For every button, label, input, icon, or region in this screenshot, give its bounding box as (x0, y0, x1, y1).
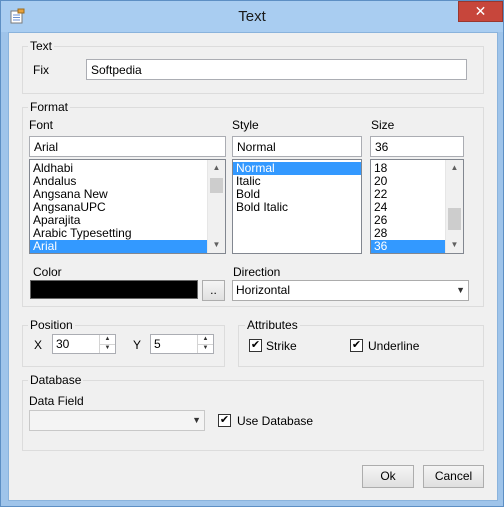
size-input[interactable]: 36 (370, 136, 464, 157)
underline-label: Underline (368, 339, 420, 353)
direction-label: Direction (233, 265, 281, 279)
scroll-up-icon[interactable]: ▲ (208, 160, 225, 176)
cancel-button[interactable]: Cancel (423, 465, 484, 488)
scroll-down-icon[interactable]: ▼ (446, 237, 463, 253)
fix-label: Fix (33, 63, 49, 77)
font-list-scroll-thumb[interactable] (210, 178, 223, 193)
y-spinner[interactable]: 5 ▲ ▼ (150, 334, 214, 354)
attributes-group-label: Attributes (245, 318, 300, 332)
strike-checkbox[interactable]: ✔ (249, 339, 262, 352)
data-field-dropdown[interactable]: ▼ (29, 410, 205, 431)
format-group-label: Format (28, 100, 71, 114)
fix-text-input[interactable]: Softpedia (86, 59, 467, 80)
font-label: Font (29, 118, 54, 132)
direction-dropdown[interactable]: Horizontal ▼ (232, 280, 469, 301)
spin-down-icon[interactable]: ▼ (197, 344, 213, 353)
scroll-down-icon[interactable]: ▼ (208, 237, 225, 253)
position-group-label: Position (28, 318, 75, 332)
size-list-item[interactable]: 36 (371, 240, 445, 253)
scroll-up-icon[interactable]: ▲ (446, 160, 463, 176)
data-field-label: Data Field (29, 394, 84, 408)
x-label: X (34, 338, 43, 352)
x-spinner[interactable]: 30 ▲ ▼ (52, 334, 116, 354)
size-label: Size (371, 118, 395, 132)
size-listbox[interactable]: 18 20 22 24 26 28 36 ▲ ▼ (370, 159, 464, 254)
direction-value: Horizontal (236, 283, 291, 297)
window-title: Text (238, 8, 266, 25)
ok-button[interactable]: Ok (362, 465, 414, 488)
close-button[interactable]: ✕ (458, 1, 503, 22)
text-dialog-window: Text ✕ Text Fix Softpedia Format Font Ar… (0, 0, 504, 507)
use-database-checkbox[interactable]: ✔ (218, 414, 231, 427)
size-list-scrollbar[interactable]: ▲ ▼ (445, 160, 463, 253)
text-group-label: Text (28, 39, 55, 53)
font-list-item[interactable]: Arial (30, 240, 207, 253)
chevron-down-icon: ▼ (456, 285, 465, 295)
use-database-label: Use Database (237, 414, 314, 428)
y-value: 5 (154, 337, 161, 351)
spin-down-icon[interactable]: ▼ (99, 344, 115, 353)
color-label: Color (33, 265, 62, 279)
dialog-client-area: Text Fix Softpedia Format Font Arial Ald… (8, 32, 498, 501)
color-browse-button[interactable]: .. (202, 280, 225, 301)
close-icon: ✕ (474, 3, 487, 19)
font-list-scrollbar[interactable]: ▲ ▼ (207, 160, 225, 253)
strike-label: Strike (266, 339, 297, 353)
font-input[interactable]: Arial (29, 136, 226, 157)
size-list-scroll-thumb[interactable] (448, 208, 461, 230)
style-listbox[interactable]: Normal Italic Bold Bold Italic (232, 159, 362, 254)
style-input[interactable]: Normal (232, 136, 362, 157)
color-swatch[interactable] (30, 280, 198, 299)
title-bar[interactable]: Text ✕ (1, 1, 503, 32)
database-group-label: Database (28, 373, 84, 387)
font-listbox[interactable]: Aldhabi Andalus Angsana New AngsanaUPC Apara… (29, 159, 226, 254)
y-label: Y (133, 338, 142, 352)
x-value: 30 (56, 337, 70, 351)
style-label: Style (232, 118, 259, 132)
underline-checkbox[interactable]: ✔ (350, 339, 363, 352)
style-list-item[interactable]: Bold Italic (233, 201, 361, 214)
chevron-down-icon: ▼ (192, 415, 201, 425)
